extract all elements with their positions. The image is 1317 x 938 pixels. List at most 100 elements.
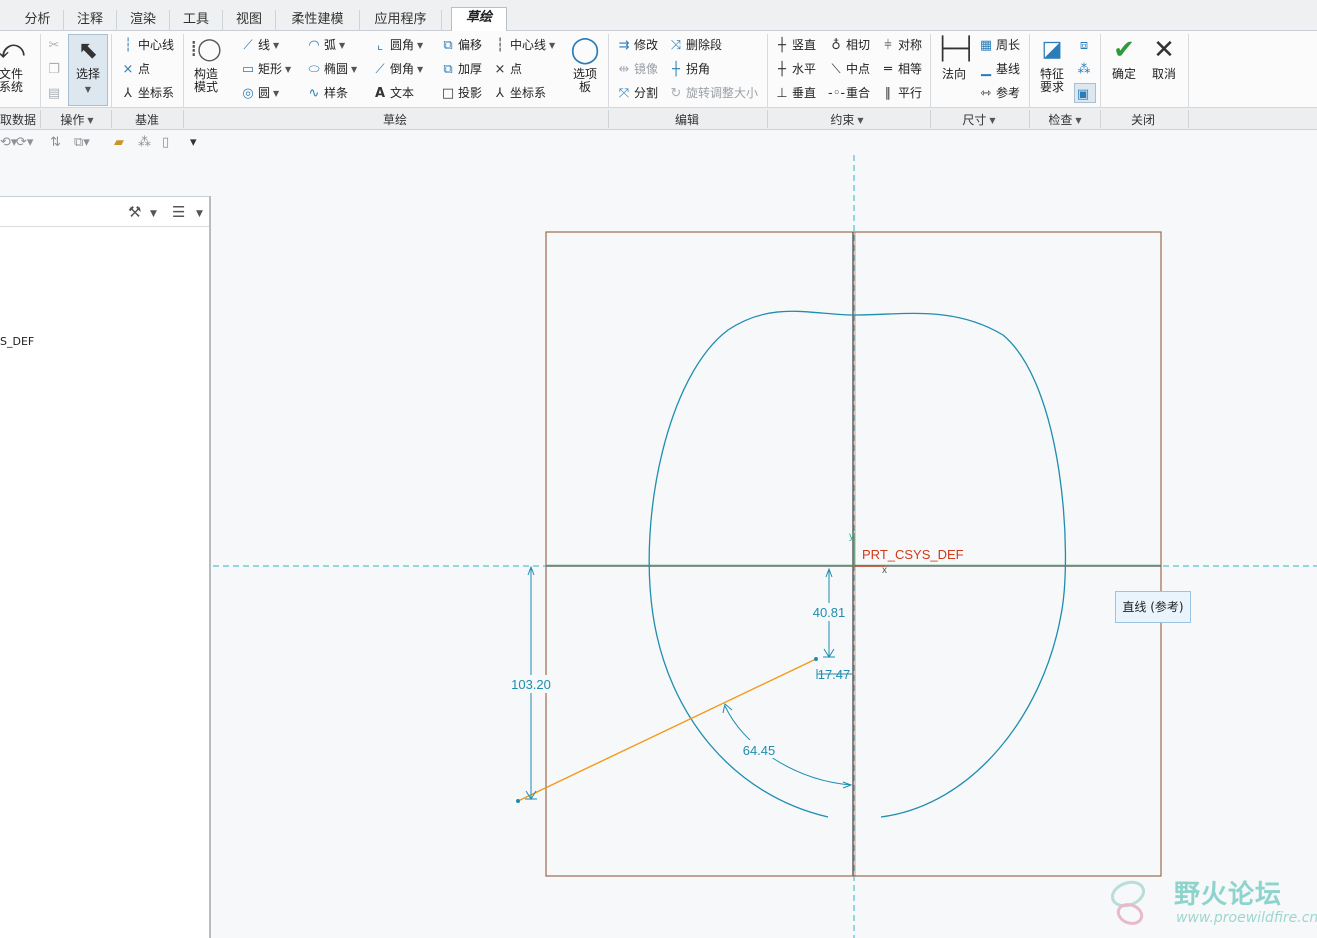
group-inspect[interactable]: 检查 ▼ <box>1040 111 1090 128</box>
vertical-constraint-icon: ┼ <box>778 38 786 53</box>
spline-label: 样条 <box>324 86 349 100</box>
active-sketch-line[interactable] <box>517 658 817 802</box>
mirror-button[interactable]: ⇹ 镜像 <box>616 59 658 79</box>
dimension-value-40[interactable]: 40.81 <box>813 605 846 620</box>
customize-dropdown-icon[interactable]: ▾ <box>190 135 197 150</box>
tree-item-csys[interactable]: S_DEF <box>0 335 34 348</box>
overlap-geometry-button[interactable]: ⧈ <box>1076 35 1094 55</box>
horizontal-constraint-button[interactable]: ┼ 水平 <box>774 59 816 79</box>
baseline-button[interactable]: ▁ 基线 <box>978 59 1020 79</box>
tab-view[interactable]: 视图 <box>223 10 276 31</box>
spline-button[interactable]: ∿ 样条 <box>306 83 348 103</box>
open-folder-icon[interactable]: ▰ <box>114 135 124 150</box>
chevron-down-icon: ▼ <box>417 64 424 74</box>
text-button[interactable]: A 文本 <box>372 83 414 103</box>
tab-sketch[interactable]: 草绘 <box>451 7 507 32</box>
construction-mode-button[interactable]: ⁞◯ 构造 模式 <box>188 35 224 94</box>
undo-icon[interactable]: ⟲▾ <box>0 135 17 150</box>
copy-button[interactable]: ❐ <box>46 59 64 79</box>
line-endpoint[interactable] <box>516 799 520 803</box>
rotate-resize-button[interactable]: ↻ 旋转调整大小 <box>668 83 758 103</box>
chevron-down-icon[interactable]: ▼ <box>150 209 157 219</box>
modify-button[interactable]: ⇉ 修改 <box>616 35 658 55</box>
select-button[interactable]: ⬉ 选择 ▼ <box>68 34 108 106</box>
sketch-spline-curve[interactable] <box>648 310 1067 818</box>
group-dimension[interactable]: 尺寸 ▼ <box>954 111 1004 128</box>
regenerate-icon[interactable]: ⇅ <box>50 135 61 150</box>
datum-point-button[interactable]: × 点 <box>120 59 150 79</box>
chevron-down-icon[interactable]: ▼ <box>196 209 203 219</box>
rectangle-icon: ▭ <box>241 62 255 77</box>
parallel-icon: ∥ <box>884 86 892 101</box>
group-get-data[interactable]: 取数据 <box>0 111 38 128</box>
ellipse-button[interactable]: ⬭ 椭圆 ▼ <box>306 59 357 79</box>
palette-button[interactable]: ◯ 选项 板 <box>568 35 602 94</box>
corner-button[interactable]: ┼ 拐角 <box>668 59 710 79</box>
tab-tools[interactable]: 工具 <box>170 10 223 31</box>
delete-segment-label: 删除段 <box>686 38 723 52</box>
datum-csys-button[interactable]: ⅄ 坐标系 <box>120 83 174 103</box>
tab-analysis[interactable]: 分析 <box>12 10 64 31</box>
feature-requirements-button[interactable]: ◪ 特征 要求 <box>1036 35 1068 94</box>
fillet-button[interactable]: ⌞ 圆角 ▼ <box>372 35 423 55</box>
dimension-value-103[interactable]: 103.20 <box>511 677 551 692</box>
shade-closed-loops-button[interactable]: ▣ <box>1074 83 1096 103</box>
group-constrain[interactable]: 约束 ▼ <box>822 111 872 128</box>
sketch-csys-button[interactable]: ⅄ 坐标系 <box>492 83 546 103</box>
perpendicular-constraint-button[interactable]: ⊥ 垂直 <box>774 83 816 103</box>
paste-button[interactable]: ▤ <box>46 83 64 103</box>
circle-button[interactable]: ◎ 圆 ▼ <box>240 83 279 103</box>
sketch-canvas[interactable]: 103.20 40.81 17.47 64.45 y x PRT_CSYS_DE… <box>213 155 1317 938</box>
parallel-constraint-button[interactable]: ∥ 平行 <box>880 83 922 103</box>
symmetric-label: 对称 <box>898 38 923 52</box>
tab-render[interactable]: 渲染 <box>117 10 170 31</box>
thicken-button[interactable]: ⧉ 加厚 <box>440 59 482 79</box>
thicken-icon: ⧉ <box>443 62 453 77</box>
new-file-icon[interactable]: ▯ <box>162 135 169 150</box>
divide-button[interactable]: ⤧ 分割 <box>616 83 658 103</box>
midpoint-label: 中点 <box>846 62 871 76</box>
cut-button[interactable]: ✂ <box>46 35 64 55</box>
group-operations[interactable]: 操作 ▼ <box>52 111 102 128</box>
midpoint-constraint-button[interactable]: ⟍ 中点 <box>828 59 870 79</box>
vertical-constraint-button[interactable]: ┼ 竖直 <box>774 35 816 55</box>
project-button[interactable]: □ 投影 <box>440 83 482 103</box>
equal-constraint-button[interactable]: ═ 相等 <box>880 59 922 79</box>
highlight-open-ends-button[interactable]: ⁂ <box>1076 59 1094 79</box>
arc-button[interactable]: ◠ 弧 ▼ <box>306 35 345 55</box>
rotate-resize-label: 旋转调整大小 <box>686 86 759 100</box>
cancel-button[interactable]: ✕ 取消 <box>1148 35 1180 81</box>
windows-icon[interactable]: ⧉▾ <box>74 135 90 150</box>
ok-button[interactable]: ✔ 确定 <box>1108 35 1140 81</box>
settings-icon[interactable]: ⁂ <box>138 135 151 150</box>
dimension-value-64[interactable]: 64.45 <box>743 743 776 758</box>
reference-button[interactable]: ⇿ 参考 <box>978 83 1020 103</box>
line-button[interactable]: ⟋ 线 ▼ <box>240 35 279 55</box>
line-endpoint[interactable] <box>814 657 818 661</box>
rectangle-button[interactable]: ▭ 矩形 ▼ <box>240 59 291 79</box>
tab-annotate[interactable]: 注释 <box>64 10 117 31</box>
csys-name-label[interactable]: PRT_CSYS_DEF <box>862 547 964 562</box>
perimeter-button[interactable]: ▦ 周长 <box>978 35 1020 55</box>
delete-segment-button[interactable]: ⤨ 删除段 <box>668 35 722 55</box>
symmetric-constraint-button[interactable]: ⫩ 对称 <box>880 35 922 55</box>
sketch-centerline-button[interactable]: ┆ 中心线 ▼ <box>492 35 555 55</box>
tab-applications[interactable]: 应用程序 <box>360 10 442 31</box>
sketch-centerline-label: 中心线 <box>510 38 547 52</box>
coincident-constraint-button[interactable]: -◦-重合 <box>828 83 870 103</box>
tab-flexible-modeling[interactable]: 柔性建模 <box>276 10 360 31</box>
show-list-icon[interactable]: ☰ <box>172 203 185 221</box>
fillet-icon: ⌞ <box>376 38 384 53</box>
group-sketch: 草绘 <box>382 113 407 127</box>
file-system-button[interactable]: ⤺ 文件 系统 <box>0 35 26 94</box>
tools-icon[interactable]: ⚒ <box>128 203 141 221</box>
chamfer-button[interactable]: ⟋ 倒角 ▼ <box>372 59 423 79</box>
sketch-point-button[interactable]: × 点 <box>492 59 522 79</box>
tangent-constraint-button[interactable]: ♁ 相切 <box>828 35 870 55</box>
datum-centerline-button[interactable]: ┆ 中心线 <box>120 35 174 55</box>
offset-button[interactable]: ⧉ 偏移 <box>440 35 482 55</box>
dimension-value-17[interactable]: 17.47 <box>818 667 851 682</box>
normal-dimension-button[interactable]: ├─┤ 法向 <box>936 35 976 81</box>
modify-label: 修改 <box>634 38 659 52</box>
redo-icon[interactable]: ⟳▾ <box>16 135 33 150</box>
